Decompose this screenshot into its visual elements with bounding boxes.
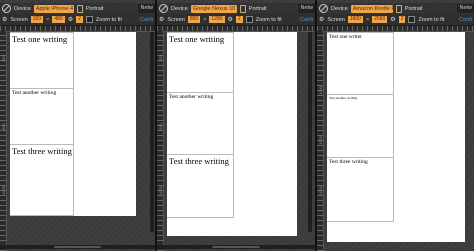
zoom-to-fit-checkbox[interactable]	[408, 16, 416, 23]
vertical-scrollbar[interactable]	[308, 32, 312, 232]
gear-icon[interactable]: ⚙	[2, 16, 7, 23]
emulator-pane-2: Device Google Nexus 10 Portrait Netw ⚙ S…	[157, 0, 315, 251]
ruler-label: 500	[1, 123, 6, 130]
content-box: Test three writing	[10, 144, 74, 216]
body-text: Test another writing	[169, 94, 214, 100]
orientation-label[interactable]: Portrait	[405, 6, 423, 12]
device-select[interactable]: Google Nexus 10	[190, 4, 237, 13]
vertical-ruler	[0, 31, 7, 251]
screen-height-input[interactable]: 480	[52, 16, 65, 23]
heading-text: Test three writing	[169, 156, 229, 166]
ruler-label: 100	[158, 55, 163, 62]
gear-icon[interactable]: ⚙	[159, 16, 164, 23]
screen-toolbar: ⚙ Screen 800 × 1280 ⚙ 2 Zoom to fit Conf…	[157, 14, 315, 26]
body-text: Test another writing	[12, 90, 57, 96]
emulator-pane-1: Device Apple iPhone 4 Portrait Netw ⚙ Sc…	[0, 0, 155, 251]
horizontal-scrollbar[interactable]	[0, 245, 155, 249]
screen-label: Screen	[327, 16, 345, 23]
screen-width-input[interactable]: 320	[30, 16, 44, 23]
emulated-screen[interactable]: Test one writing Test another writing Te…	[167, 32, 297, 236]
zoom-to-fit-label: Zoom to fit	[255, 16, 282, 23]
content-box: Test another writing	[10, 88, 74, 145]
screen-width-input[interactable]: 1600	[347, 16, 363, 23]
config-link[interactable]: Confi	[140, 17, 155, 23]
vertical-ruler	[157, 31, 164, 251]
screen-height-input[interactable]: 2560	[372, 16, 388, 23]
content-box: Test one writing	[10, 32, 74, 89]
zoom-input[interactable]: 2	[398, 16, 406, 23]
emulated-screen[interactable]: Test one writing Test another writing Te…	[10, 32, 136, 216]
config-link[interactable]: Confi	[300, 17, 315, 23]
zoom-to-fit-label: Zoom to fit	[95, 16, 122, 23]
ruler-label: 1000	[1, 186, 6, 195]
horizontal-scrollbar[interactable]	[157, 245, 315, 249]
config-link[interactable]: Confi	[459, 17, 474, 23]
zoom-input[interactable]: 2	[235, 16, 243, 23]
content-box: Test another writing	[167, 92, 234, 155]
zoom-to-fit-checkbox[interactable]	[85, 16, 93, 23]
swap-dimensions-icon[interactable]: ×	[366, 17, 369, 23]
network-tab[interactable]: Netw	[138, 4, 155, 13]
network-tab[interactable]: Netw	[457, 4, 474, 13]
device-label: Device	[171, 5, 188, 12]
ruler-label: 1000	[318, 86, 323, 95]
portrait-icon	[76, 4, 83, 13]
heading-text: Test one writer	[329, 34, 362, 40]
network-tab[interactable]: Netw	[298, 4, 315, 13]
screen-label: Screen	[167, 16, 185, 23]
screen-toolbar: ⚙ Screen 1600 × 2560 ⚙ 2 Zoom to fit Con…	[317, 14, 474, 26]
ruler-label: 2000	[318, 186, 323, 195]
portrait-icon	[395, 4, 402, 13]
ruler-label: 1500	[318, 136, 323, 145]
heading-text: Test three writing	[12, 146, 72, 156]
heading-text: Test three writing	[329, 159, 368, 165]
orientation-label[interactable]: Portrait	[86, 6, 104, 12]
device-select[interactable]: Amazon Kindle Fire H	[350, 4, 393, 13]
content-box: Test one writing	[167, 32, 234, 93]
screen-toolbar: ⚙ Screen 320 × 480 ⚙ 2 Zoom to fit Confi	[0, 14, 155, 26]
orientation-label[interactable]: Portrait	[249, 6, 267, 12]
device-label: Device	[14, 5, 31, 12]
content-box: Test three writing	[167, 154, 234, 218]
swap-dimensions-icon[interactable]: ×	[46, 17, 49, 23]
swap-dimensions-icon[interactable]: ×	[203, 17, 206, 23]
content-box: Test another writing	[327, 94, 394, 158]
block-icon[interactable]	[159, 4, 168, 13]
device-pixel-ratio-icon: ⚙	[67, 17, 74, 23]
ruler-label: 1000	[158, 186, 163, 195]
ruler-label: 500	[158, 123, 163, 130]
device-pixel-ratio-icon: ⚙	[227, 17, 233, 23]
device-pixel-ratio-icon: ⚙	[390, 17, 396, 23]
device-select[interactable]: Apple iPhone 4	[33, 4, 74, 13]
device-label: Device	[331, 5, 348, 12]
block-icon[interactable]	[2, 4, 11, 13]
zoom-input[interactable]: 2	[76, 16, 83, 23]
content-box: Test three writing	[327, 157, 394, 222]
content-box: Test one writer	[327, 32, 394, 95]
heading-text: Test one writing	[12, 34, 68, 44]
vertical-scrollbar[interactable]	[150, 32, 154, 232]
heading-text: Test one writing	[169, 34, 225, 44]
screen-label: Screen	[10, 16, 28, 23]
body-text: Test another writing	[329, 96, 358, 100]
zoom-to-fit-checkbox[interactable]	[245, 16, 253, 23]
ruler-label: 100	[1, 55, 6, 62]
zoom-to-fit-label: Zoom to fit	[418, 16, 445, 23]
portrait-icon	[239, 4, 246, 13]
emulator-pane-3: Device Amazon Kindle Fire H Portrait Net…	[317, 0, 474, 251]
screen-height-input[interactable]: 1280	[209, 16, 225, 23]
emulated-screen[interactable]: Test one writer Test another writing Tes…	[327, 32, 465, 242]
screen-width-input[interactable]: 800	[187, 16, 201, 23]
block-icon[interactable]	[319, 4, 328, 13]
gear-icon[interactable]: ⚙	[319, 16, 324, 23]
